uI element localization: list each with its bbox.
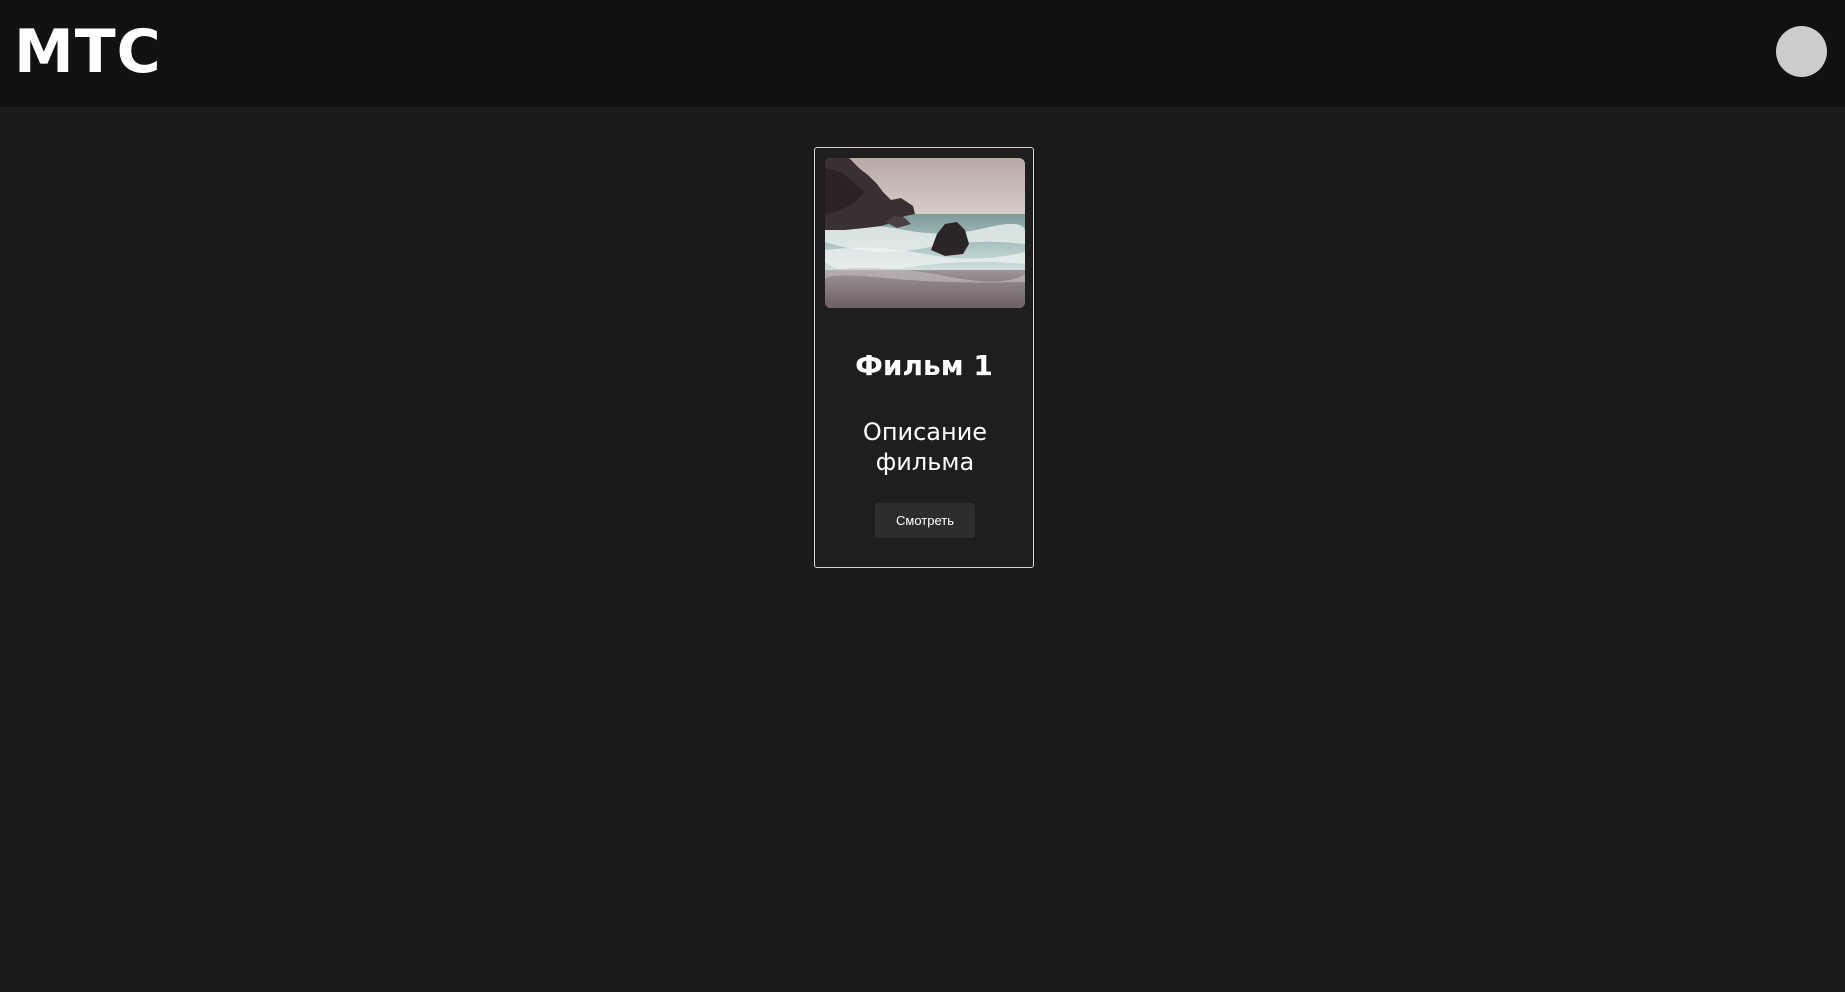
movie-title: Фильм 1 bbox=[855, 349, 993, 382]
watch-button[interactable]: Смотреть bbox=[875, 503, 975, 538]
user-avatar-icon[interactable] bbox=[1776, 26, 1827, 77]
app-logo[interactable]: МТС bbox=[14, 16, 162, 88]
movie-poster-image bbox=[825, 158, 1025, 308]
movie-card: Фильм 1 Описание фильма Смотреть bbox=[814, 147, 1034, 568]
seascape-image bbox=[825, 158, 1025, 308]
movie-description: Описание фильма bbox=[862, 418, 988, 476]
top-header: МТС bbox=[0, 0, 1845, 107]
